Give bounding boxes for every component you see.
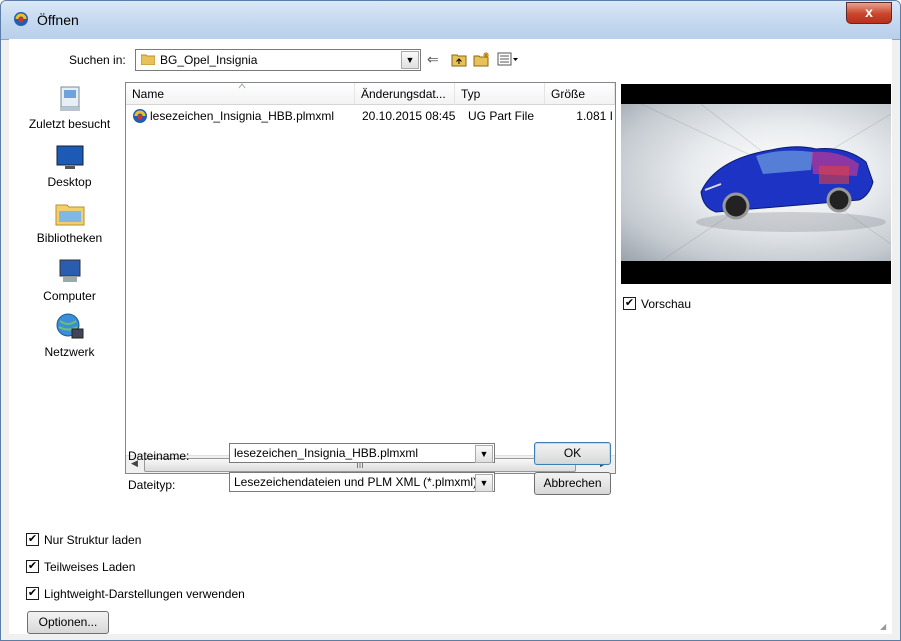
lookin-value: BG_Opel_Insignia — [160, 53, 258, 67]
open-dialog: Öffnen x Suchen in: BG_Opel_Insignia ▼ ⇐… — [0, 0, 901, 641]
plmxml-file-icon — [133, 109, 147, 123]
file-type: UG Part File — [468, 109, 535, 123]
cancel-button[interactable]: Abbrechen — [534, 472, 611, 495]
preview-label: Vorschau — [641, 297, 692, 311]
structure-only-checkbox[interactable]: ✔ — [26, 533, 39, 546]
places-bar: Zuletzt besucht Desktop Bibliotheken Com… — [17, 79, 122, 431]
file-size: 1.081 I — [576, 109, 613, 123]
place-desktop[interactable]: Desktop — [17, 141, 122, 189]
new-folder-icon[interactable] — [473, 51, 491, 67]
window-title: Öffnen — [37, 12, 79, 28]
network-icon — [56, 313, 83, 339]
place-computer[interactable]: Computer — [17, 255, 122, 303]
filename-combobox[interactable]: lesezeichen_Insignia_HBB.plmxml ▼ — [229, 443, 495, 463]
chevron-down-icon[interactable]: ▼ — [475, 474, 493, 492]
place-label: Netzwerk — [44, 345, 95, 359]
dialog-body: Suchen in: BG_Opel_Insignia ▼ ⇐ Zuletzt … — [9, 39, 892, 634]
folder-icon — [141, 54, 155, 65]
place-network[interactable]: Netzwerk — [17, 311, 122, 359]
place-label: Zuletzt besucht — [28, 117, 111, 131]
resize-grip-icon[interactable]: ◢ — [880, 622, 890, 632]
close-button[interactable]: x — [846, 2, 892, 24]
computer-icon — [59, 259, 80, 282]
car-preview-image — [621, 104, 891, 261]
app-logo-icon — [14, 12, 28, 26]
filename-value: lesezeichen_Insignia_HBB.plmxml — [234, 446, 419, 460]
lightweight-label: Lightweight-Darstellungen verwenden — [44, 587, 245, 601]
lightweight-checkbox[interactable]: ✔ — [26, 587, 39, 600]
filetype-value: Lesezeichendateien und PLM XML (*.plmxml… — [234, 475, 478, 489]
filetype-select[interactable]: Lesezeichendateien und PLM XML (*.plmxml… — [229, 472, 495, 492]
lookin-label: Suchen in: — [69, 53, 126, 67]
chevron-down-icon[interactable]: ▼ — [401, 51, 419, 69]
filename-label: Dateiname: — [128, 449, 190, 463]
column-header-type[interactable]: Typ — [455, 83, 545, 105]
place-label: Desktop — [47, 175, 92, 189]
place-libraries[interactable]: Bibliotheken — [17, 197, 122, 245]
view-menu-icon[interactable] — [497, 51, 519, 67]
partial-load-label: Teilweises Laden — [44, 560, 136, 574]
file-date: 20.10.2015 08:45 — [362, 109, 455, 123]
chevron-down-icon[interactable]: ▼ — [475, 445, 493, 463]
file-list[interactable]: Name Änderungsdat... Typ Größe lesezeich… — [125, 82, 616, 474]
libraries-icon — [55, 204, 84, 226]
place-label: Bibliotheken — [36, 231, 103, 245]
structure-only-label: Nur Struktur laden — [44, 533, 142, 547]
up-folder-icon[interactable] — [451, 51, 467, 67]
desktop-icon — [56, 145, 83, 169]
options-button[interactable]: Optionen... — [27, 611, 109, 634]
preview-pane — [621, 84, 891, 284]
ok-button[interactable]: OK — [534, 442, 611, 465]
lookin-dropdown[interactable]: BG_Opel_Insignia ▼ — [135, 49, 421, 71]
filetype-label: Dateityp: — [128, 478, 176, 492]
sort-indicator-icon — [238, 83, 246, 89]
recent-places-icon — [59, 86, 80, 111]
column-header-date[interactable]: Änderungsdat... — [355, 83, 455, 105]
place-label: Computer — [43, 289, 96, 303]
place-recent[interactable]: Zuletzt besucht — [17, 83, 122, 131]
title-bar: Öffnen x — [1, 1, 900, 40]
file-name: lesezeichen_Insignia_HBB.plmxml — [150, 109, 335, 123]
back-arrow-icon[interactable]: ⇐ — [427, 51, 439, 67]
file-row[interactable]: lesezeichen_Insignia_HBB.plmxml 20.10.20… — [126, 106, 615, 126]
column-header-size[interactable]: Größe — [545, 83, 615, 105]
partial-load-checkbox[interactable]: ✔ — [26, 560, 39, 573]
preview-checkbox[interactable]: ✔ — [623, 297, 636, 310]
